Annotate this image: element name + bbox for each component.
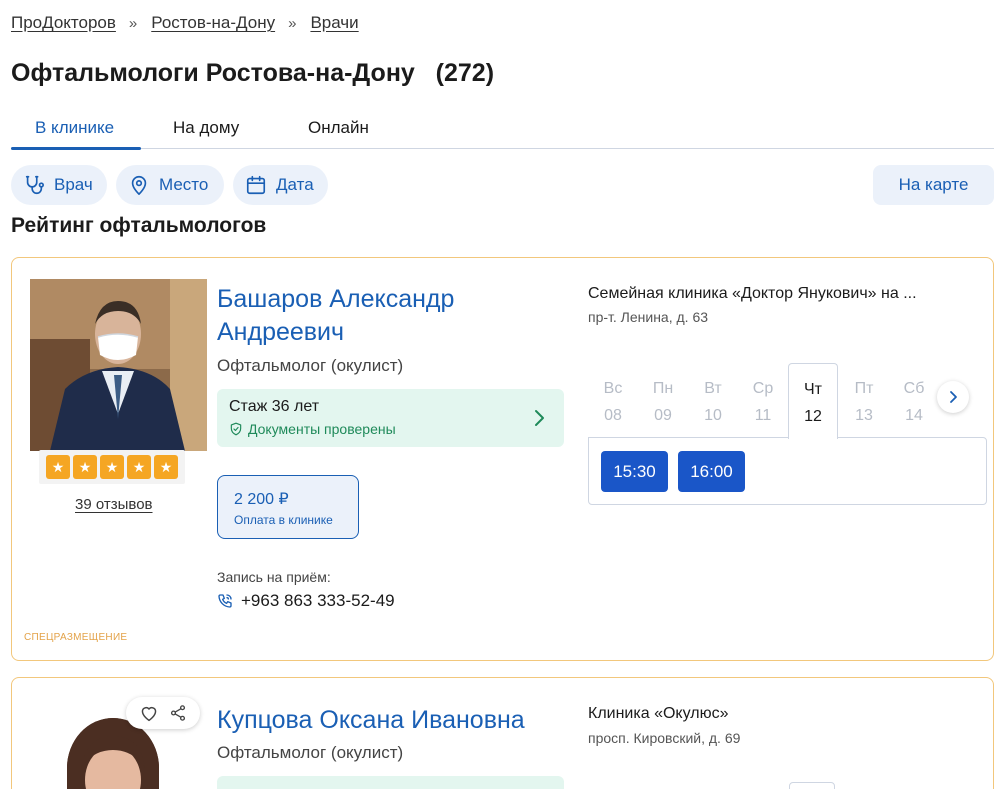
day-friday[interactable]: Пт 13 [839,375,889,429]
day-date: 09 [654,407,672,424]
next-days-button[interactable] [937,381,969,413]
clinic-address: просп. Кировский, д. 69 [588,730,741,746]
doctor-card: Купцова Оксана Ивановна Офтальмолог (оку… [11,677,994,789]
section-title: Рейтинг офтальмологов [11,214,267,237]
day-date: 10 [704,407,722,424]
card-actions [126,697,200,729]
rating-stars: ★ ★ ★ ★ ★ [39,450,185,484]
filter-date-label: Дата [276,175,314,194]
day-thursday-selected[interactable]: Чт 12 [788,363,838,439]
documents-verified-label: Документы проверены [248,421,396,437]
price-value: 2 200 ₽ [234,491,289,508]
reviews-link[interactable]: 39 отзывов [75,496,153,513]
appointment-label: Запись на приём: [217,569,331,585]
day-date: 08 [604,407,622,424]
day-of-week: Ср [752,380,774,397]
breadcrumb-separator: » [128,14,138,32]
doctor-specialty: Офтальмолог (окулист) [217,743,404,762]
doctor-name-link[interactable]: Купцова Оксана Ивановна [217,704,577,737]
experience-text: Стаж 36 лет [229,398,320,415]
time-slots: 15:30 16:00 [588,437,987,505]
phone-icon [218,594,232,608]
filter-doctor-label: Врач [54,175,93,194]
doctor-photo[interactable] [30,279,207,451]
day-tuesday[interactable]: Вт 10 [688,375,738,429]
documents-verified: Документы проверены [229,421,396,437]
tab-online[interactable]: Онлайн [308,118,369,138]
map-pin-icon [131,175,147,195]
day-of-week: Вс [603,380,623,397]
share-icon[interactable] [169,704,187,722]
star-icon: ★ [127,455,151,479]
star-icon: ★ [154,455,178,479]
stethoscope-icon [25,175,44,195]
time-slot-button[interactable]: 16:00 [678,451,745,492]
active-tab-indicator [11,147,141,150]
day-of-week: Сб [903,380,925,397]
star-icon: ★ [100,455,124,479]
page-title: Офтальмологи Ростова-на-Дону (272) [11,59,495,87]
time-slot-button[interactable]: 15:30 [601,451,668,492]
phone-number: +963 863 333-52-49 [241,591,395,610]
day-wednesday[interactable]: Ср 11 [738,375,788,429]
price-card[interactable]: 2 200 ₽ Оплата в клинике [217,475,359,539]
heart-icon[interactable] [139,704,159,722]
star-icon: ★ [46,455,70,479]
chevron-right-icon [950,391,957,403]
filter-place-button[interactable]: Место [116,165,224,205]
schedule-days: Вс 08 Пн 09 Вт 10 Ср 11 Чт 12 Пт 13 Сб 1… [588,363,988,439]
phone-link[interactable]: +963 863 333-52-49 [217,591,395,611]
day-saturday[interactable]: Сб 14 [889,375,939,429]
day-sunday[interactable]: Вс 08 [588,375,638,429]
doctor-specialty: Офтальмолог (окулист) [217,356,404,375]
day-of-week: Чт [804,381,822,398]
location-tabs: В клинике На дому Онлайн [11,112,994,150]
day-of-week: Пт [854,380,874,397]
breadcrumb-link-city[interactable]: Ростов-на-Дону [151,13,275,33]
breadcrumb-link-doctors[interactable]: Врачи [310,13,358,33]
breadcrumb: ПроДокторов » Ростов-на-Дону » Врачи [11,13,359,33]
show-on-map-button[interactable]: На карте [873,165,994,205]
day-date: 12 [804,408,822,425]
filter-doctor-button[interactable]: Врач [11,165,107,205]
tab-home-visit[interactable]: На дому [173,118,239,138]
breadcrumb-separator: » [288,14,297,32]
chevron-right-icon [535,410,544,426]
promo-label: СПЕЦРАЗМЕЩЕНИЕ [24,632,128,643]
shield-check-icon [230,422,242,436]
clinic-name-link[interactable]: Семейная клиника «Доктор Янукович» на ..… [588,285,968,303]
tab-in-clinic[interactable]: В клинике [35,118,114,138]
clinic-address: пр-т. Ленина, д. 63 [588,309,709,325]
day-monday[interactable]: Пн 09 [638,375,688,429]
experience-badge[interactable] [217,776,564,789]
breadcrumb-link-prodoctorov[interactable]: ПроДокторов [11,13,116,33]
day-date: 11 [754,407,772,424]
star-icon: ★ [73,455,97,479]
price-payment-note: Оплата в клинике [234,513,333,527]
doctor-card: ★ ★ ★ ★ ★ 39 отзывов Башаров Александр А… [11,257,994,661]
filter-date-button[interactable]: Дата [233,165,328,205]
experience-badge[interactable]: Стаж 36 лет Документы проверены [217,389,564,447]
clinic-name-link[interactable]: Клиника «Окулюс» [588,705,968,723]
day-of-week: Вт [704,380,722,397]
schedule-day-tab[interactable] [789,782,835,789]
doctor-name-link[interactable]: Башаров Александр Андреевич [217,283,547,349]
filter-place-label: Место [159,175,209,194]
day-of-week: Пн [652,380,674,397]
day-date: 14 [905,407,923,424]
calendar-icon [246,175,266,195]
day-date: 13 [855,407,873,424]
